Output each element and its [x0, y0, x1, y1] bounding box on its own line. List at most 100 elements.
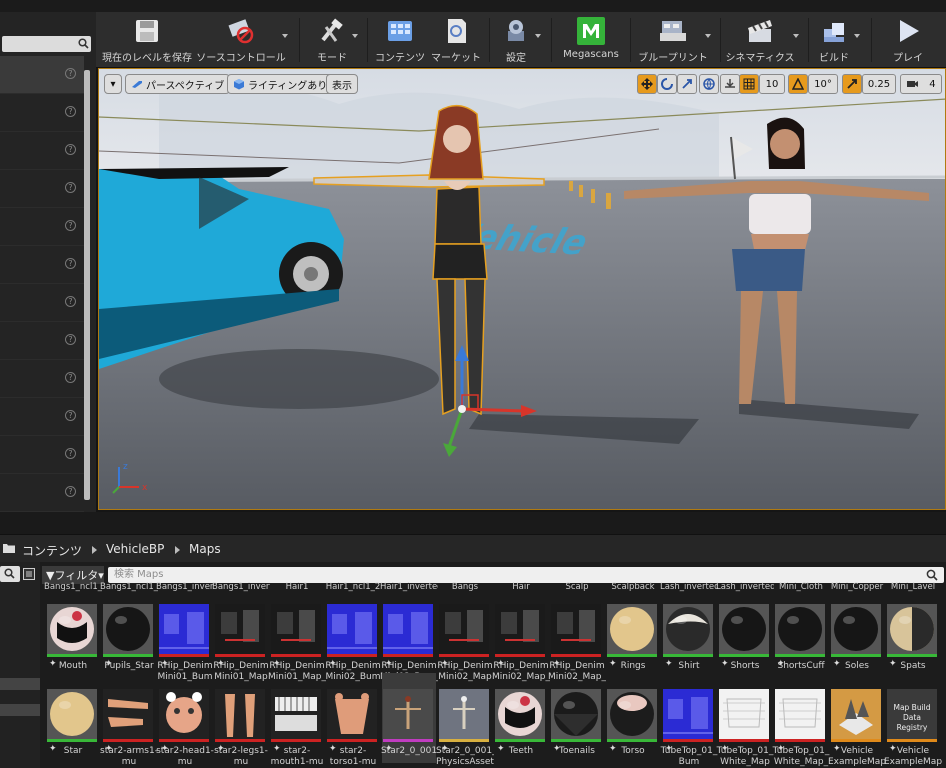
help-icon[interactable]: ? — [65, 220, 76, 231]
camera-speed-button[interactable]: 4 — [900, 74, 942, 94]
rotation-snap-toggle[interactable] — [788, 74, 808, 94]
asset-tile[interactable]: ✦ star2-mouth1-mu — [270, 673, 324, 767]
asset-tile[interactable]: ✦ star2-torso1-mu — [326, 673, 380, 767]
scale-mode-button[interactable] — [677, 74, 697, 94]
asset-tile[interactable]: ✦ Teeth — [494, 673, 548, 763]
help-icon[interactable]: ? — [65, 182, 76, 193]
asset-tile[interactable]: ✦ star2-arms1-mu — [100, 673, 158, 767]
cinematics-caret[interactable] — [793, 34, 799, 38]
viewport-options-button[interactable]: ▾ — [104, 74, 122, 94]
outliner-row[interactable]: ? — [0, 208, 84, 246]
asset-tile[interactable]: Hair✦RHip_Denim Mini02_Map_ ncl1_1 — [492, 582, 550, 682]
rotate-mode-button[interactable] — [657, 74, 677, 94]
asset-tile[interactable]: Mini_Cloth ✦ ShortsCuff — [774, 582, 828, 678]
sources-folder-row[interactable] — [0, 678, 40, 690]
build-button[interactable]: ビルド — [812, 12, 856, 68]
blueprint-caret[interactable] — [705, 34, 711, 38]
settings-button[interactable]: 設定 — [494, 12, 538, 68]
source-control-button[interactable]: ソースコントロール — [196, 12, 286, 68]
source-control-caret[interactable] — [282, 34, 288, 38]
asset-tile[interactable]: ✦ Toenails — [550, 673, 604, 763]
perspective-button[interactable]: パースペクティブ — [125, 74, 231, 94]
modes-button[interactable]: モード — [302, 12, 362, 68]
blueprint-button[interactable]: ブループリント — [636, 12, 710, 68]
asset-tile[interactable]: Bangs ✦ RHip_Denim Mini02_Map — [437, 582, 492, 682]
scale-snap-toggle[interactable] — [842, 74, 862, 94]
asset-tile[interactable]: Lash_inverted ✦ Shirt — [660, 582, 718, 678]
asset-search-input[interactable]: 検索 Maps — [108, 567, 944, 583]
help-icon[interactable]: ? — [65, 296, 76, 307]
help-icon[interactable]: ? — [65, 372, 76, 383]
asset-tile[interactable]: Lash_inverted_ncl1✦Shorts — [716, 582, 774, 678]
asset-tile[interactable]: ✦ TubeTop_01_ White_Map — [717, 673, 773, 767]
outliner-row[interactable]: ? — [0, 246, 84, 284]
outliner-row[interactable]: ? — [0, 360, 84, 398]
help-icon[interactable]: ? — [65, 334, 76, 345]
surface-snap-button[interactable] — [720, 74, 740, 94]
modes-caret[interactable] — [352, 34, 358, 38]
asset-tile[interactable]: ✦TubeTop_01_ White_Map_ ncl1_1 — [773, 673, 829, 767]
outliner-row[interactable]: ? — [0, 436, 84, 474]
asset-tile[interactable]: ✦ Vehicle ExampleMap — [828, 673, 886, 767]
marketplace-button[interactable]: マーケット — [428, 12, 484, 68]
grid-snap-value[interactable]: 10 — [759, 74, 785, 94]
asset-tile[interactable]: ✦ Star — [46, 673, 100, 763]
asset-tile[interactable]: ✦ TubeTop_01_ Bum — [661, 673, 717, 767]
cinematics-button[interactable]: シネマティクス — [722, 12, 798, 68]
world-local-toggle[interactable] — [699, 74, 719, 94]
asset-tile[interactable]: Bangs1_inverted✦RHip_Denim Mini01_Bum — [156, 582, 214, 682]
content-button[interactable]: コンテンツ — [372, 12, 428, 68]
asset-tile[interactable]: Mini_Copper ✦ Soles — [830, 582, 884, 678]
outliner-row[interactable]: ? — [0, 322, 84, 360]
asset-tile[interactable]: ✦ Torso — [606, 673, 660, 763]
asset-tile[interactable]: ✦ Star2_0_001_ PhysicsAsset — [436, 673, 494, 767]
grid-snap-toggle[interactable] — [739, 74, 759, 94]
settings-caret[interactable] — [535, 34, 541, 38]
outliner-search-input[interactable] — [2, 36, 91, 52]
asset-tile[interactable]: Bangs1_inverted_ncl1✦RHip_Denim Mini01_M… — [212, 582, 270, 682]
asset-tile[interactable]: Hair1✦RHip_Denim Mini01_Map_ ncl1_1 — [268, 582, 326, 682]
asset-tile[interactable]: ✦ star2-legs1-mu — [214, 673, 268, 767]
help-icon[interactable]: ? — [65, 258, 76, 269]
help-icon[interactable]: ? — [65, 486, 76, 497]
asset-tile[interactable]: Scalp✦RHip_Denim Mini02_Map_ ncl1_2 — [548, 582, 606, 682]
asset-tile[interactable]: Scalpback ✦ Rings — [606, 582, 660, 678]
build-caret[interactable] — [854, 34, 860, 38]
outliner-row[interactable]: ? — [0, 132, 84, 170]
outliner-row[interactable]: ? — [0, 94, 84, 132]
sources-search-input[interactable] — [0, 566, 20, 582]
outliner-row[interactable]: ? — [0, 170, 84, 208]
asset-tile[interactable]: ✦ star2-head1-mu — [156, 673, 214, 767]
play-button[interactable]: プレイ — [882, 12, 934, 68]
breadcrumb-vehiclebp[interactable]: VehicleBP — [106, 542, 164, 556]
outliner-row[interactable]: ? — [0, 56, 84, 94]
translate-mode-button[interactable] — [637, 74, 657, 94]
breadcrumb-content[interactable]: コンテンツ — [22, 542, 82, 559]
lighting-mode-button[interactable]: ライティングあり — [227, 74, 334, 94]
level-viewport[interactable]: Vehicle z x — [98, 68, 946, 510]
outliner-scrollbar[interactable] — [84, 70, 90, 500]
outliner-row[interactable]: ? — [0, 398, 84, 436]
help-icon[interactable]: ? — [65, 448, 76, 459]
asset-tile[interactable]: ✦ Star2_0_001 — [381, 673, 437, 763]
sources-folder-row[interactable] — [0, 704, 40, 716]
asset-tile[interactable]: Map Build Data Registry ✦ Vehicle ExampleM… — [884, 673, 942, 767]
help-icon[interactable]: ? — [65, 106, 76, 117]
outliner-row[interactable]: ? — [0, 284, 84, 322]
show-flags-button[interactable]: 表示 — [326, 74, 358, 94]
megascans-button[interactable]: Megascans — [558, 12, 624, 68]
help-icon[interactable]: ? — [65, 410, 76, 421]
asset-tile[interactable]: Bangs1_ncl1_3 ✦ Pupils_Star — [100, 582, 158, 678]
help-icon[interactable]: ? — [65, 144, 76, 155]
asset-tile[interactable]: Mini_Lavel ✦ Spats — [886, 582, 940, 678]
asset-tile[interactable]: Hair1_inverted✦RHip_Denim Mini02_Bum_ nc… — [380, 582, 438, 682]
asset-tile[interactable]: Bangs1_ncl1_2 ✦ Mouth — [44, 582, 102, 678]
save-level-button[interactable]: 現在のレベルを保存 — [100, 12, 194, 68]
outliner-row[interactable]: ? — [0, 474, 84, 512]
asset-tile[interactable]: Hair1_ncl1_2 ✦ RHip_Denim Mini02_Bum — [325, 582, 380, 682]
scale-snap-value[interactable]: 0.25 — [862, 74, 896, 94]
breadcrumb-maps[interactable]: Maps — [189, 542, 221, 556]
help-icon[interactable]: ? — [65, 68, 76, 79]
view-options-icon[interactable] — [23, 568, 35, 580]
rotation-snap-value[interactable]: 10° — [808, 74, 838, 94]
